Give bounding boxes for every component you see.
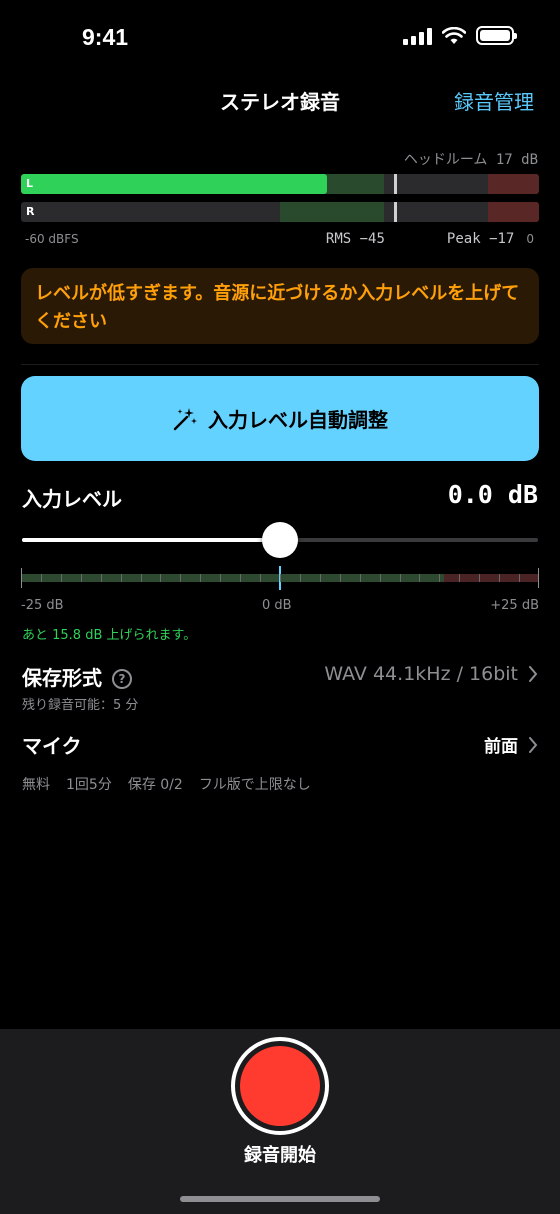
ruler-tick <box>80 574 82 582</box>
ruler-label-mid: 0 dB <box>262 598 292 613</box>
ruler-tick <box>459 574 461 582</box>
format-selector[interactable]: WAV 44.1kHz / 16bit <box>324 663 538 685</box>
ruler-tick <box>479 574 481 582</box>
clip-zone-right <box>488 202 539 222</box>
format-value: WAV 44.1kHz / 16bit <box>324 663 518 685</box>
record-icon <box>240 1046 320 1126</box>
record-label: 録音開始 <box>244 1145 316 1166</box>
ruler-tick <box>280 574 281 582</box>
ruler-tick <box>439 574 441 582</box>
plan-saved-count: 保存 0/2 <box>127 777 183 793</box>
mic-label: マイク <box>22 734 82 758</box>
input-level-label: 入力レベル <box>22 487 122 511</box>
clip-zone-left <box>488 174 539 194</box>
ruler-tick <box>519 574 521 582</box>
meter-scale: -60 dBFS RMS −45 Peak −17 0 <box>25 231 534 247</box>
ruler-hot-zone <box>444 574 539 582</box>
slider-thumb[interactable] <box>262 522 298 558</box>
slider-fill <box>22 538 280 542</box>
ruler-tick <box>200 574 202 582</box>
ruler-tick <box>120 574 122 582</box>
wifi-icon <box>442 26 466 44</box>
magic-wand-icon <box>173 407 197 430</box>
channel-label-left: L <box>26 177 34 190</box>
input-level-slider[interactable] <box>22 522 538 558</box>
mic-value: 前面 <box>484 737 518 757</box>
help-icon[interactable]: ? <box>112 669 132 689</box>
chevron-right-icon <box>529 666 538 682</box>
gain-headroom-hint: あと 15.8 dB 上げられます。 <box>22 628 197 643</box>
ruler-tick <box>339 574 341 582</box>
status-icons <box>403 26 517 45</box>
peak-bar-left <box>21 174 327 194</box>
channel-label-right: R <box>26 205 35 218</box>
headroom-readout: ヘッドルーム 17 dB <box>403 152 538 168</box>
peak-hold-right <box>393 202 397 222</box>
peak-readout: Peak −17 <box>446 231 515 247</box>
chevron-right-icon <box>529 736 538 753</box>
ruler-tick <box>140 574 142 582</box>
ruler-tick <box>419 574 421 582</box>
remaining-time: 残り録音可能：5 分 <box>22 698 139 713</box>
peak-hold-left <box>393 174 397 194</box>
ruler-tick <box>319 574 321 582</box>
level-meter-left: L <box>21 174 539 194</box>
ruler-label-max: +25 dB <box>490 598 539 613</box>
level-warning-banner: レベルが低すぎます。音源に近づけるか入力レベルを上げてください <box>21 268 539 344</box>
ruler-tick <box>379 574 381 582</box>
ruler-tick <box>160 574 162 582</box>
home-indicator <box>180 1196 380 1202</box>
ruler-tick <box>260 574 262 582</box>
plan-tier: 無料 <box>22 777 50 793</box>
ruler-label-min: -25 dB <box>21 598 64 613</box>
rms-readout: RMS −45 <box>325 231 385 247</box>
rms-bar-right <box>280 202 384 222</box>
plan-upgrade-note[interactable]: フル版で上限なし <box>199 774 311 794</box>
ruler-tick <box>359 574 361 582</box>
ruler-tick <box>60 574 62 582</box>
meter-scale-max: 0 <box>526 232 534 246</box>
ruler-tick <box>499 574 501 582</box>
ruler-tick <box>299 574 301 582</box>
battery-icon <box>476 26 517 45</box>
format-label-row: 保存形式? <box>22 662 132 691</box>
level-meter-right: R <box>21 202 539 222</box>
auto-level-label: 入力レベル自動調整 <box>208 408 388 432</box>
ruler-edge-right <box>538 568 539 588</box>
recording-manager-button[interactable]: 録音管理 <box>454 86 534 115</box>
divider <box>21 364 539 365</box>
meter-scale-min: -60 dBFS <box>25 232 79 246</box>
gain-ruler <box>21 566 539 590</box>
ruler-tick <box>240 574 242 582</box>
ruler-tick <box>100 574 102 582</box>
ruler-tick <box>399 574 401 582</box>
plan-info: 無料 1回5分 保存 0/2 フル版で上限なし <box>22 774 311 794</box>
ruler-edge-left <box>21 568 22 588</box>
plan-per-take: 1回5分 <box>66 777 112 793</box>
record-button[interactable] <box>231 1037 329 1135</box>
auto-level-button[interactable]: 入力レベル自動調整 <box>21 376 539 461</box>
mic-selector[interactable]: 前面 <box>484 732 538 757</box>
ruler-tick <box>40 574 42 582</box>
format-label: 保存形式 <box>22 666 102 690</box>
ruler-tick <box>220 574 222 582</box>
status-time: 9:41 <box>82 24 129 50</box>
input-level-value: 0.0 dB <box>447 480 538 509</box>
cellular-signal-icon <box>403 27 432 45</box>
ruler-tick <box>180 574 182 582</box>
